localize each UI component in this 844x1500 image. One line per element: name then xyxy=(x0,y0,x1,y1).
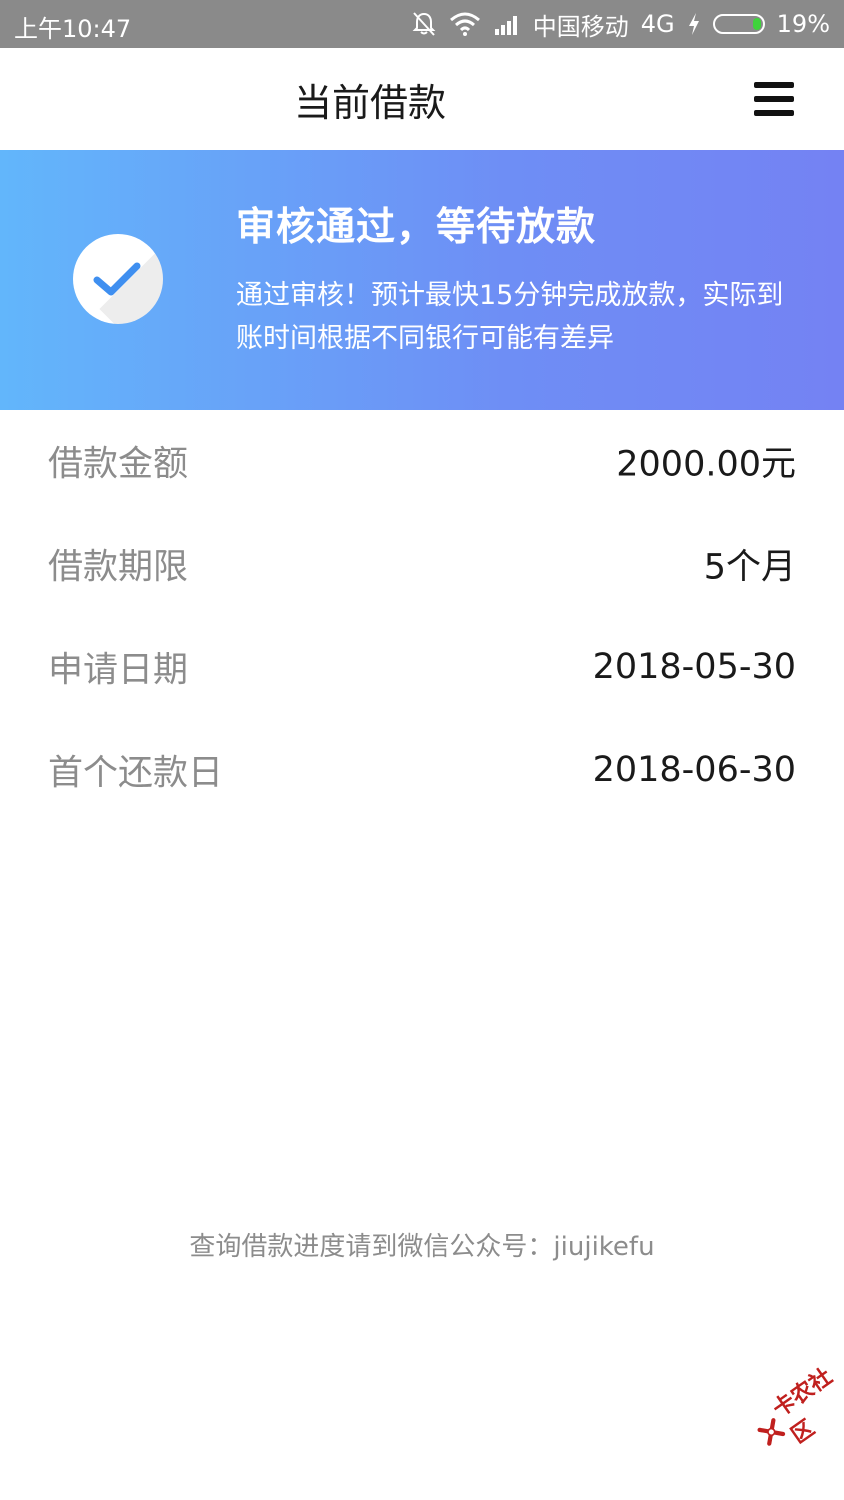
detail-label: 借款期限 xyxy=(48,547,189,588)
detail-value: 2000.00元 xyxy=(616,444,796,485)
status-time: 上午10:47 xyxy=(14,15,132,43)
status-bar: 上午10:47 中国移动 4G 19% xyxy=(0,0,844,48)
detail-row-apply-date: 申请日期 2018-05-30 xyxy=(0,616,844,719)
mute-bell-icon xyxy=(412,12,436,36)
detail-row-first-repayment: 首个还款日 2018-06-30 xyxy=(0,719,844,822)
charging-icon xyxy=(688,13,699,35)
detail-label: 借款金额 xyxy=(48,444,189,485)
wifi-icon xyxy=(449,12,480,36)
carrier-name: 中国移动 xyxy=(532,12,629,41)
detail-row-amount: 借款金额 2000.00元 xyxy=(0,410,844,513)
detail-value: 2018-06-30 xyxy=(592,750,796,790)
detail-label: 申请日期 xyxy=(48,650,189,691)
network-type: 4G xyxy=(640,10,675,38)
check-circle-icon xyxy=(73,234,163,324)
banner-description: 通过审核！预计最快15分钟完成放款，实际到账时间根据不同银行可能有差异 xyxy=(236,280,784,354)
detail-row-term: 借款期限 5个月 xyxy=(0,513,844,616)
banner-title: 审核通过，等待放款 xyxy=(236,205,597,250)
watermark: 卡农社区 xyxy=(744,1355,844,1465)
status-icons: 中国移动 4G 19% xyxy=(411,0,830,48)
detail-value: 5个月 xyxy=(703,547,796,588)
nav-bar: 当前借款 xyxy=(0,48,844,150)
hamburger-menu-icon[interactable] xyxy=(754,82,794,116)
loan-details: 借款金额 2000.00元 借款期限 5个月 申请日期 2018-05-30 首… xyxy=(0,410,844,822)
detail-value: 2018-05-30 xyxy=(592,647,796,687)
footer-note: 查询借款进度请到微信公众号：jiujikefu xyxy=(189,1232,655,1262)
battery-percent: 19% xyxy=(776,10,830,38)
signal-icon xyxy=(494,16,517,35)
status-banner: 审核通过，等待放款 通过审核！预计最快15分钟完成放款，实际到账时间根据不同银行… xyxy=(0,150,844,410)
battery-level xyxy=(752,18,761,30)
detail-label: 首个还款日 xyxy=(48,753,224,794)
page-title: 当前借款 xyxy=(293,81,446,125)
battery-icon xyxy=(712,14,765,34)
